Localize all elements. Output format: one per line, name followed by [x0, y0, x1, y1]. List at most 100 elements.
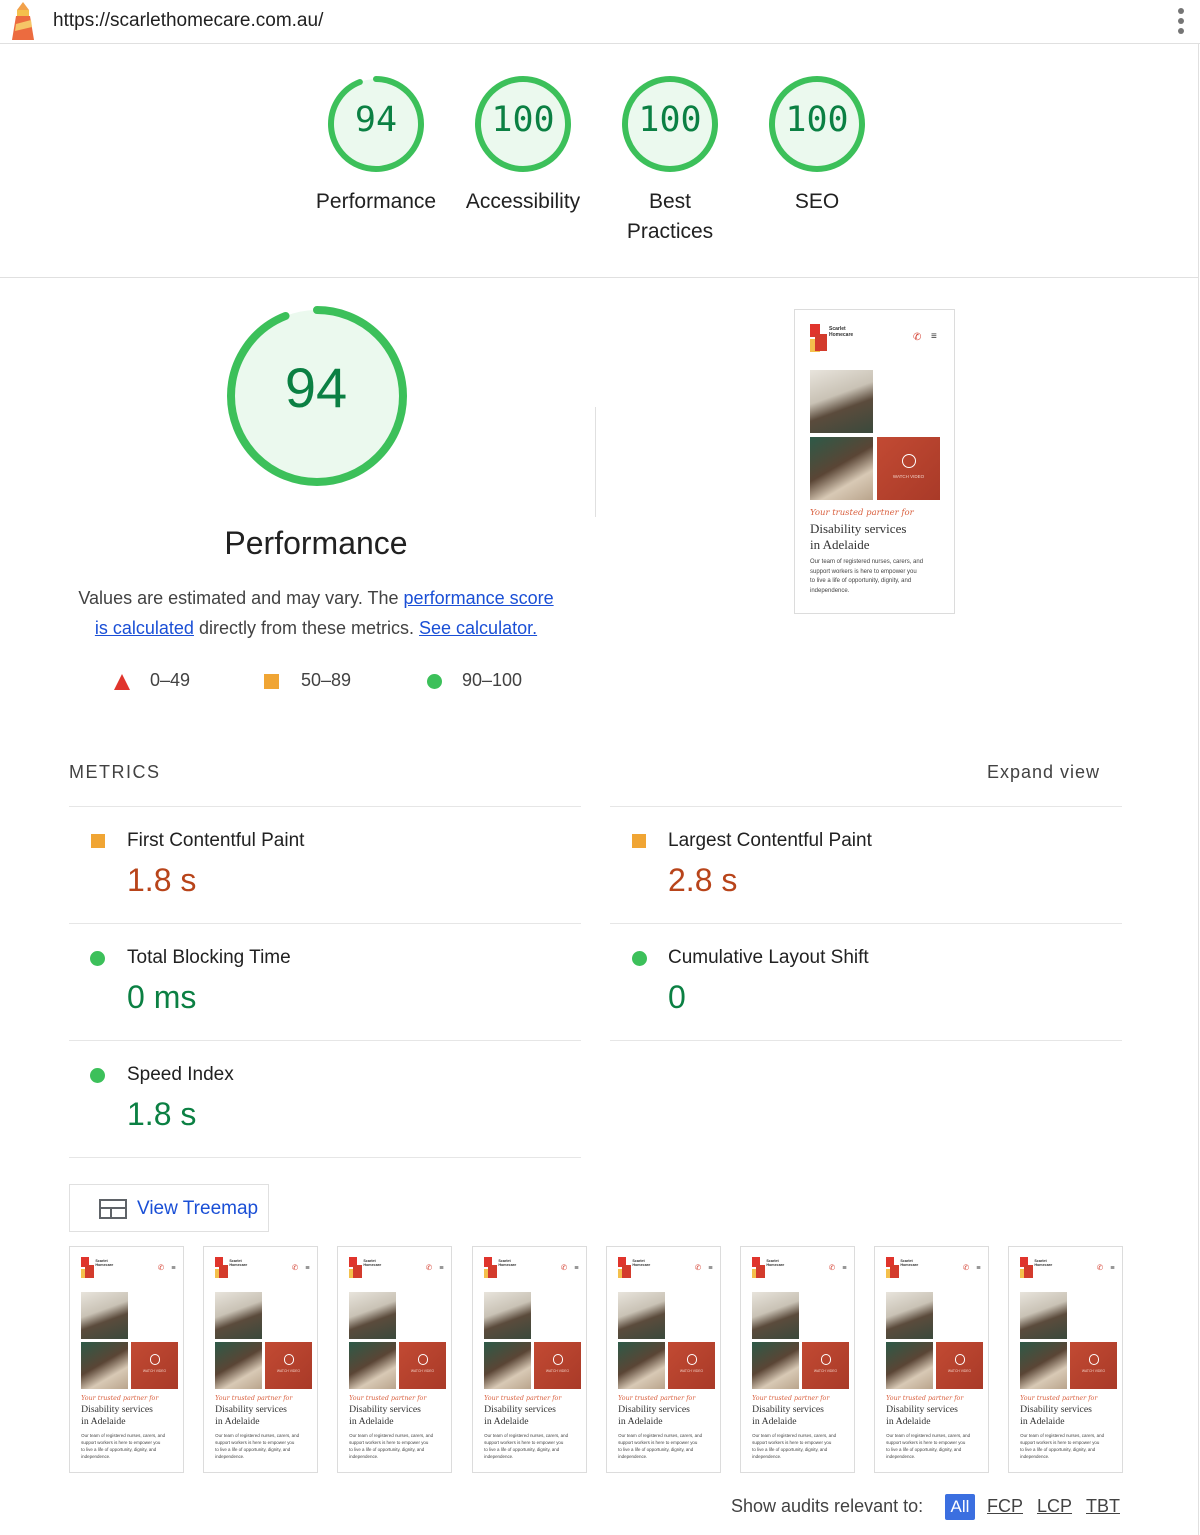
gauge-accessibility[interactable]: 100 — [473, 74, 573, 174]
shot-tagline: Your trusted partner for — [349, 1394, 427, 1402]
shot-video-tile: WATCH VIDEO — [534, 1341, 581, 1389]
shot-logo-icon — [810, 324, 827, 354]
play-icon — [149, 1354, 161, 1365]
average-square-icon — [91, 834, 105, 848]
performance-score: 94 — [284, 356, 348, 419]
shot-menu-icon: ≡ — [931, 331, 937, 342]
shot-photo-top — [81, 1291, 129, 1339]
shot-logo-icon — [81, 1257, 94, 1279]
shot-phone-icon: ✆ — [694, 1263, 702, 1273]
gauge-seo[interactable]: 100 — [767, 74, 867, 174]
shot-phone-icon: ✆ — [560, 1263, 568, 1273]
filter-lcp-link[interactable]: LCP — [1037, 1496, 1072, 1517]
see-calculator-link[interactable]: See calculator. — [419, 618, 537, 638]
filter-tbt-link[interactable]: TBT — [1086, 1496, 1120, 1517]
shot-tagline: Your trusted partner for — [81, 1394, 159, 1402]
final-screenshot[interactable]: Scarlet Homecare ✆ ≡ WATCH VIDEO Your trusted… — [794, 309, 955, 614]
fail-triangle-icon — [114, 674, 130, 690]
shot-brand: Scarlet Homecare — [363, 1258, 382, 1268]
shot-body: Our team of registered nurses, carers, a… — [349, 1432, 434, 1460]
gauge-best-practices[interactable]: 100 — [620, 74, 720, 174]
shot-menu-icon: ≡ — [708, 1262, 713, 1272]
shot-tagline: Your trusted partner for — [886, 1394, 964, 1402]
gauge-performance[interactable]: 94 — [326, 74, 426, 174]
shot-menu-icon: ≡ — [842, 1262, 847, 1272]
shot-photo-top — [349, 1291, 397, 1339]
more-options-icon[interactable] — [1178, 8, 1186, 36]
filter-label: Show audits relevant to: — [731, 1496, 924, 1516]
gauge-label-performance: Performance — [315, 190, 437, 213]
shot-photo-bottom — [1020, 1341, 1068, 1389]
metric-divider — [69, 1040, 581, 1041]
header-divider — [0, 277, 1198, 278]
shot-tagline: Your trusted partner for — [484, 1394, 562, 1402]
shot-photo-top — [215, 1291, 263, 1339]
metric-divider — [610, 806, 1122, 807]
view-treemap-button[interactable]: View Treemap — [69, 1184, 269, 1232]
legend-fail-range: 0–49 — [150, 670, 191, 690]
shot-heading: Disability services in Adelaide — [81, 1404, 153, 1428]
shot-tagline: Your trusted partner for — [618, 1394, 696, 1402]
metric-divider — [610, 1040, 1122, 1041]
shot-photo-top — [886, 1291, 934, 1339]
legend-pass-range: 90–100 — [462, 670, 523, 690]
page-url: https://scarlethomecare.com.au/ — [53, 10, 324, 31]
gauge-label-accessibility: Accessibility — [465, 190, 581, 213]
shot-brand: Scarlet Homecare — [766, 1258, 785, 1268]
filter-fcp-link[interactable]: FCP — [987, 1496, 1023, 1517]
pass-circle-icon — [90, 951, 105, 966]
metric-divider — [69, 806, 581, 807]
pass-circle-icon — [427, 674, 442, 689]
play-icon — [1088, 1354, 1100, 1365]
shot-video-tile: WATCH VIDEO — [668, 1341, 715, 1389]
shot-brand: Scarlet Homecare — [1034, 1258, 1053, 1268]
shot-phone-icon: ✆ — [1096, 1263, 1104, 1273]
shot-body: Our team of registered nurses, carers, a… — [886, 1432, 971, 1460]
metric-label-lcp: Largest Contentful Paint — [668, 830, 872, 851]
shot-brand: Scarlet Homecare — [498, 1258, 517, 1268]
shot-photo-bottom — [215, 1341, 263, 1389]
shot-menu-icon: ≡ — [574, 1262, 579, 1272]
shot-phone-icon: ✆ — [291, 1263, 299, 1273]
shot-watch-video: WATCH VIDEO — [947, 1369, 972, 1374]
metric-value-tbt: 0 ms — [127, 979, 197, 1015]
view-treemap-label: View Treemap — [137, 1198, 259, 1219]
shot-brand: Scarlet Homecare — [95, 1258, 114, 1268]
metric-label-cls: Cumulative Layout Shift — [668, 947, 869, 968]
filmstrip-frame: Scarlet Homecare ✆ ≡ WATCH VIDEO Your trusted… — [740, 1246, 855, 1473]
shot-video-tile: WATCH VIDEO — [131, 1341, 178, 1389]
shot-photo-top — [1020, 1291, 1068, 1339]
vertical-divider — [595, 407, 596, 517]
shot-video-tile: WATCH VIDEO — [265, 1341, 312, 1389]
shot-watch-video: WATCH VIDEO — [276, 1369, 301, 1374]
shot-photo-bottom — [810, 437, 873, 500]
shot-phone-icon: ✆ — [913, 332, 922, 343]
filmstrip-frame: Scarlet Homecare ✆ ≡ WATCH VIDEO Your trusted… — [69, 1246, 184, 1473]
expand-view-toggle[interactable]: Expand view — [987, 762, 1100, 783]
metric-value-lcp: 2.8 s — [668, 862, 738, 898]
shot-logo-icon — [752, 1257, 765, 1279]
gauge-score: 100 — [491, 100, 555, 140]
shot-menu-icon: ≡ — [1110, 1262, 1115, 1272]
pass-circle-icon — [632, 951, 647, 966]
metric-value-cls: 0 — [668, 979, 686, 1015]
shot-brand: Scarlet Homecare — [900, 1258, 919, 1268]
shot-video-tile: WATCH VIDEO — [802, 1341, 849, 1389]
filmstrip-frame: Scarlet Homecare ✆ ≡ WATCH VIDEO Your trusted… — [472, 1246, 587, 1473]
play-icon — [283, 1354, 295, 1365]
average-square-icon — [632, 834, 646, 848]
play-icon — [902, 454, 916, 468]
performance-description: Values are estimated and may vary. The p… — [78, 588, 554, 638]
shot-body: Our team of registered nurses, carers, a… — [81, 1432, 166, 1460]
filter-all-chip[interactable]: All — [945, 1494, 975, 1520]
play-icon — [552, 1354, 564, 1365]
shot-heading: Disability services in Adelaide — [752, 1404, 824, 1428]
shot-watch-video: WATCH VIDEO — [892, 474, 925, 479]
metric-divider — [69, 1157, 581, 1158]
shot-video-tile: WATCH VIDEO — [399, 1341, 446, 1389]
metric-divider — [69, 923, 581, 924]
metric-label-fcp: First Contentful Paint — [127, 830, 305, 851]
shot-video-tile: WATCH VIDEO — [877, 437, 940, 500]
shot-heading: Disability services in Adelaide — [810, 521, 907, 553]
shot-watch-video: WATCH VIDEO — [410, 1369, 435, 1374]
